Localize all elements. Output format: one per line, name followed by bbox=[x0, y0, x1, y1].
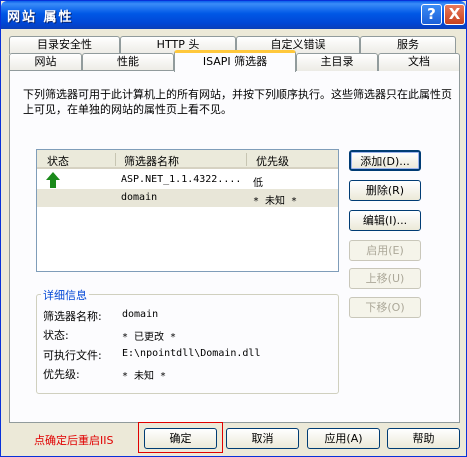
filter-name: domain bbox=[121, 192, 158, 203]
column-priority[interactable]: 优先级 bbox=[256, 153, 289, 169]
tab-documents[interactable]: 文档 bbox=[378, 53, 460, 71]
remove-button[interactable]: 删除(R) bbox=[349, 180, 421, 201]
table-row[interactable]: ASP.NET_1.1.4322.... 低 bbox=[37, 171, 338, 189]
column-name[interactable]: 筛选器名称 bbox=[124, 153, 179, 169]
apply-button[interactable]: 应用(A) bbox=[307, 428, 380, 449]
title-bar[interactable]: 网站 属性 ? X bbox=[1, 1, 466, 29]
window-title: 网站 属性 bbox=[7, 10, 74, 25]
cancel-button[interactable]: 取消 bbox=[226, 428, 299, 449]
filter-priority: * 未知 * bbox=[253, 196, 298, 207]
exe-value: E:\npointdll\Domain.dll bbox=[122, 348, 261, 359]
properties-window: 网站 属性 ? X 目录安全性 HTTP 头 自定义错误 服务 网站 性能 IS… bbox=[0, 0, 467, 457]
priority-value: * 未知 * bbox=[122, 371, 167, 382]
move-down-button[interactable]: 下移(O) bbox=[349, 297, 421, 318]
tab-performance[interactable]: 性能 bbox=[82, 53, 174, 71]
table-row[interactable]: domain * 未知 * bbox=[37, 189, 338, 207]
status-label: 状态: bbox=[43, 329, 69, 342]
exe-label: 可执行文件: bbox=[43, 349, 102, 362]
name-value: domain bbox=[122, 309, 159, 320]
details-title: 详细信息 bbox=[41, 287, 89, 303]
tab-service[interactable]: 服务 bbox=[360, 36, 456, 54]
filter-name: ASP.NET_1.1.4322.... bbox=[121, 174, 242, 185]
tab-directory-security[interactable]: 目录安全性 bbox=[9, 36, 120, 54]
loaded-arrow-icon bbox=[46, 172, 60, 188]
tab-website[interactable]: 网站 bbox=[9, 53, 82, 71]
add-button[interactable]: 添加(D)... bbox=[349, 150, 421, 171]
status-value: * 已更改 * bbox=[122, 332, 177, 343]
tab-home-directory[interactable]: 主目录 bbox=[296, 53, 378, 71]
column-status[interactable]: 状态 bbox=[47, 153, 69, 169]
priority-label: 优先级: bbox=[43, 368, 80, 381]
tab-isapi-filters[interactable]: ISAPI 筛选器 bbox=[174, 50, 296, 72]
edit-button[interactable]: 编辑(I)... bbox=[349, 210, 421, 231]
ok-button[interactable]: 确定 bbox=[144, 428, 217, 449]
name-label: 筛选器名称: bbox=[43, 310, 102, 323]
enable-button[interactable]: 启用(E) bbox=[349, 240, 421, 261]
help-icon[interactable]: ? bbox=[421, 4, 442, 25]
list-header: 状态 筛选器名称 优先级 bbox=[37, 150, 338, 169]
restart-note: 点确定后重启IIS bbox=[34, 434, 114, 447]
filter-priority: 低 bbox=[253, 178, 263, 189]
move-up-button[interactable]: 上移(U) bbox=[349, 268, 421, 289]
description-text: 下列筛选器可用于此计算机上的所有网站，并按下列顺序执行。这些筛选器只在此属性页上… bbox=[23, 88, 452, 116]
close-icon[interactable]: X bbox=[444, 4, 465, 25]
help-button[interactable]: 帮助 bbox=[387, 428, 460, 449]
